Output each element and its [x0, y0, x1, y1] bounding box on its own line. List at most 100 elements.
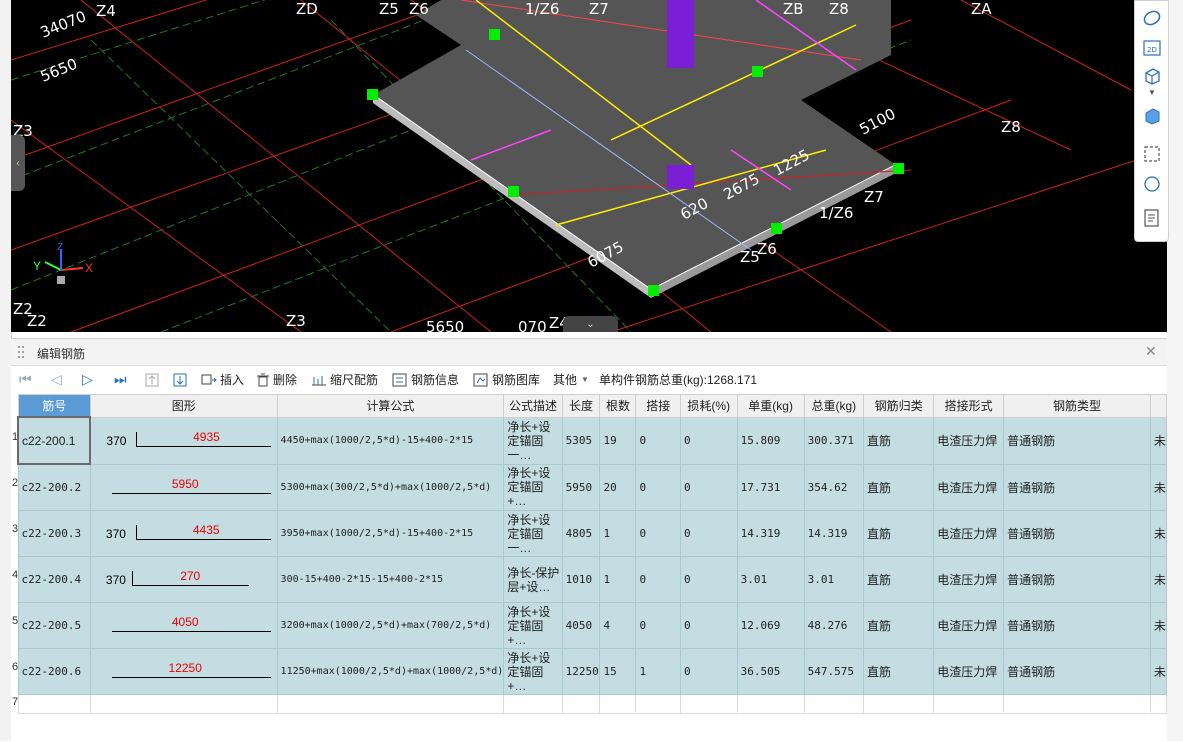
length-cell[interactable]: 12250	[561, 648, 601, 695]
table-row[interactable]: c22-200.4 370 270 370 300-15+400-2*15-15…	[17, 556, 1167, 603]
length-cell[interactable]: 4050	[561, 602, 601, 649]
loss-cell[interactable]: 0	[679, 510, 738, 557]
count-cell[interactable]: 19	[599, 416, 637, 465]
loss-cell[interactable]: 0	[679, 416, 738, 465]
lap-form-cell[interactable]: 电渣压力焊	[933, 463, 1005, 511]
desc-cell[interactable]: 净长+设定锚固+…	[503, 602, 563, 649]
unit-weight-cell[interactable]: 15.809	[736, 416, 805, 465]
lap-cell[interactable]: 0	[635, 510, 681, 557]
first-record-icon[interactable]: ⏮	[19, 366, 32, 393]
move-up-icon[interactable]	[145, 366, 162, 393]
length-cell[interactable]: 5950	[561, 463, 601, 511]
formula-cell[interactable]: 300-15+400-2*15-15+400-2*15	[276, 556, 505, 603]
prev-record-icon[interactable]: ◁	[51, 366, 62, 393]
category-cell[interactable]: 直筋	[863, 648, 935, 695]
dropdown-arrow-icon[interactable]: ▼	[1141, 87, 1163, 97]
loss-cell[interactable]: 0	[679, 556, 738, 603]
loss-cell[interactable]: 0	[679, 648, 738, 695]
rebar-type-cell[interactable]: 普通钢筋	[1003, 510, 1151, 557]
formula-cell[interactable]: 11250+max(1000/2,5*d)+max(1000/2,5*d)	[276, 648, 505, 695]
total-weight-cell[interactable]: 48.276	[803, 602, 865, 649]
col-header-lap-form[interactable]: 搭接形式	[933, 394, 1005, 418]
formula-cell[interactable]: 4450+max(1000/2,5*d)-15+400-2*15	[276, 416, 505, 465]
rebar-type-cell[interactable]: 普通钢筋	[1003, 556, 1151, 603]
category-cell[interactable]: 直筋	[863, 602, 935, 649]
count-cell[interactable]: 1	[599, 556, 637, 603]
lap-form-cell[interactable]: 电渣压力焊	[933, 510, 1005, 557]
2d-view-icon[interactable]: 2D	[1141, 37, 1163, 59]
col-header-rebar-type[interactable]: 钢筋类型	[1003, 394, 1151, 418]
table-row[interactable]: c22-200.5 4050 3200+max(1000/2,5*d)+max(…	[17, 602, 1167, 649]
lap-cell[interactable]: 0	[635, 463, 681, 511]
next-record-icon[interactable]: ▷	[82, 366, 93, 393]
table-row[interactable]: c22-200.3 370 4435 3950+max(1000/2,5*d)-…	[17, 510, 1167, 557]
other-dropdown[interactable]: 其他 ▼	[553, 366, 589, 393]
desc-cell[interactable]: 净长+设定锚固+…	[503, 463, 563, 511]
col-header-lap[interactable]: 搭接	[635, 394, 681, 418]
bar-number-cell[interactable]: c22-200.2	[17, 463, 91, 511]
rebar-type-cell[interactable]: 普通钢筋	[1003, 463, 1151, 511]
formula-cell[interactable]: 3200+max(1000/2,5*d)+max(700/2,5*d)	[276, 602, 505, 649]
formula-cell[interactable]: 5300+max(300/2,5*d)+max(1000/2,5*d)	[276, 463, 505, 511]
lap-cell[interactable]: 0	[635, 602, 681, 649]
total-weight-cell[interactable]: 547.575	[803, 648, 865, 695]
total-weight-cell[interactable]: 3.01	[803, 556, 865, 603]
length-cell[interactable]: 5305	[561, 416, 601, 465]
column-lower[interactable]	[667, 165, 694, 189]
shape-cell[interactable]: 370 270 370	[89, 556, 278, 603]
bar-number-cell[interactable]: c22-200.1	[17, 416, 92, 465]
right-scrollbar[interactable]	[1167, 0, 1183, 741]
rebar-type-cell[interactable]: 普通钢筋	[1003, 416, 1151, 465]
unit-weight-cell[interactable]: 17.731	[736, 463, 805, 511]
desc-cell[interactable]: 净长-保护层+设…	[503, 556, 563, 603]
col-header-total-weight[interactable]: 总重(kg)	[803, 394, 865, 418]
lap-form-cell[interactable]: 电渣压力焊	[933, 648, 1005, 695]
close-icon[interactable]: ✕	[1145, 343, 1157, 360]
bar-number-cell[interactable]: c22-200.6	[17, 648, 91, 695]
lap-form-cell[interactable]: 电渣压力焊	[933, 556, 1005, 603]
col-header-shape[interactable]: 图形	[89, 394, 278, 418]
category-cell[interactable]: 直筋	[863, 556, 935, 603]
col-header-formula[interactable]: 计算公式	[276, 394, 505, 418]
lap-form-cell[interactable]: 电渣压力焊	[933, 602, 1005, 649]
rebar-library-button[interactable]: 钢筋图库	[473, 366, 540, 393]
shape-cell[interactable]: 12250	[89, 648, 278, 695]
drag-grip-icon[interactable]	[17, 345, 25, 359]
category-cell[interactable]: 直筋	[863, 416, 935, 465]
unit-weight-cell[interactable]: 12.069	[736, 602, 805, 649]
col-header-category[interactable]: 钢筋归类	[863, 394, 935, 418]
empty-row[interactable]	[17, 694, 1167, 714]
unit-weight-cell[interactable]: 14.319	[736, 510, 805, 557]
count-cell[interactable]: 15	[599, 648, 637, 695]
col-header-bar-number[interactable]: 筋号	[17, 394, 91, 418]
count-cell[interactable]: 20	[599, 463, 637, 511]
formula-cell[interactable]: 3950+max(1000/2,5*d)-15+400-2*15	[276, 510, 505, 557]
table-row[interactable]: c22-200.6 12250 11250+max(1000/2,5*d)+ma…	[17, 648, 1167, 695]
total-weight-cell[interactable]: 300.371	[803, 416, 865, 465]
rebar-type-cell[interactable]: 普通钢筋	[1003, 602, 1151, 649]
3d-box-icon[interactable]	[1141, 65, 1163, 87]
total-weight-cell[interactable]: 354.62	[803, 463, 865, 511]
3d-viewport[interactable]: 34070 5650 Z4 ZD Z5 Z6 1/Z6 Z7 ZB Z8 ZA …	[11, 0, 1167, 332]
table-row[interactable]: c22-200.1 370 4935 4450+max(1000/2,5*d)-…	[17, 416, 1167, 465]
shape-cell[interactable]: 370 4435	[89, 510, 278, 557]
column-upper[interactable]	[667, 0, 694, 68]
shape-cell[interactable]: 370 4935	[89, 416, 278, 465]
desc-cell[interactable]: 净长+设定锚固+…	[503, 648, 563, 695]
col-header-length[interactable]: 长度	[561, 394, 601, 418]
unit-weight-cell[interactable]: 36.505	[736, 648, 805, 695]
left-collapse-tab[interactable]: ‹	[11, 135, 25, 191]
viewport-canvas[interactable]: 34070 5650 Z4 ZD Z5 Z6 1/Z6 Z7 ZB Z8 ZA …	[11, 0, 1167, 332]
bar-number-cell[interactable]: c22-200.3	[17, 510, 91, 557]
shape-cell[interactable]: 5950	[89, 463, 278, 511]
unit-weight-cell[interactable]: 3.01	[736, 556, 805, 603]
col-header-count[interactable]: 根数	[599, 394, 637, 418]
col-header-loss[interactable]: 损耗(%)	[679, 394, 738, 418]
count-cell[interactable]: 1	[599, 510, 637, 557]
length-cell[interactable]: 1010	[561, 556, 601, 603]
loss-cell[interactable]: 0	[679, 602, 738, 649]
insert-button[interactable]: 插入	[201, 366, 244, 393]
length-cell[interactable]: 4805	[561, 510, 601, 557]
solid-box-icon[interactable]	[1141, 105, 1163, 127]
category-cell[interactable]: 直筋	[863, 510, 935, 557]
